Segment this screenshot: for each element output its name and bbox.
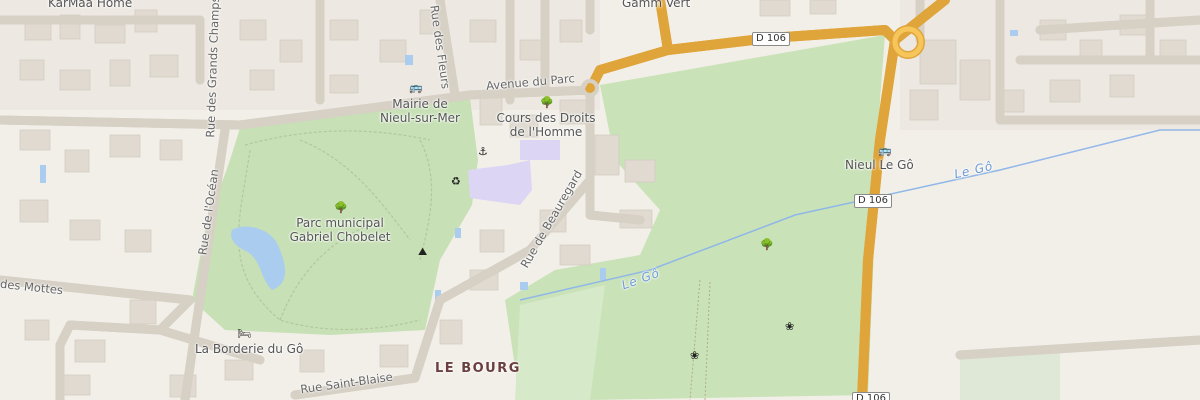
poi-karmaa-home[interactable]: KarMaa Home xyxy=(48,0,132,10)
poi-cours-line2: de l'Homme xyxy=(509,125,583,139)
poi-parc-line2: Gabriel Chobelet xyxy=(289,230,391,244)
flowers-icon: ❀ xyxy=(690,349,700,362)
poi-cours-droits-homme[interactable]: Cours des Droits de l'Homme xyxy=(497,111,596,139)
poi-cours-line1: Cours des Droits xyxy=(496,111,596,125)
bus-stop-icon[interactable]: 🚌 xyxy=(409,82,423,94)
poi-mairie[interactable]: Mairie de Nieul-sur-Mer xyxy=(380,97,460,125)
road-shield-d106-top: D 106 xyxy=(752,32,790,46)
map-base-layer xyxy=(0,0,1200,400)
place-label-le-bourg: LE BOURG xyxy=(435,361,521,376)
road-shield-d106-middle: D 106 xyxy=(854,194,892,208)
poi-parc-line1: Parc municipal xyxy=(296,216,384,230)
hotel-icon[interactable]: 🛏 xyxy=(237,328,251,340)
poi-nieul-le-go[interactable]: Nieul Le Gô xyxy=(845,158,914,172)
poi-gamm-vert[interactable]: Gamm Vert xyxy=(622,0,690,10)
poi-mairie-line2: Nieul-sur-Mer xyxy=(380,111,460,125)
road-shield-d106-bottom: D 106 xyxy=(852,392,890,400)
poi-borderie-du-go[interactable]: La Borderie du Gô xyxy=(195,342,303,356)
flowers-icon: ❀ xyxy=(785,320,795,333)
tree-icon[interactable]: 🌳 xyxy=(334,202,348,214)
bus-stop-icon[interactable]: 🚌 xyxy=(878,145,892,157)
tree-icon[interactable]: 🌳 xyxy=(760,239,774,251)
map-canvas[interactable]: KarMaa Home Gamm Vert Avenue du Parc Rue… xyxy=(0,0,1200,400)
playground-icon: ⚓ xyxy=(478,145,488,158)
tree-icon[interactable]: 🌳 xyxy=(540,97,554,109)
poi-mairie-line1: Mairie de xyxy=(392,97,448,111)
playground-icon: ♻ xyxy=(451,175,461,188)
picnic-icon: ⛰ xyxy=(418,245,428,258)
poi-parc-municipal[interactable]: Parc municipal Gabriel Chobelet xyxy=(290,216,391,244)
